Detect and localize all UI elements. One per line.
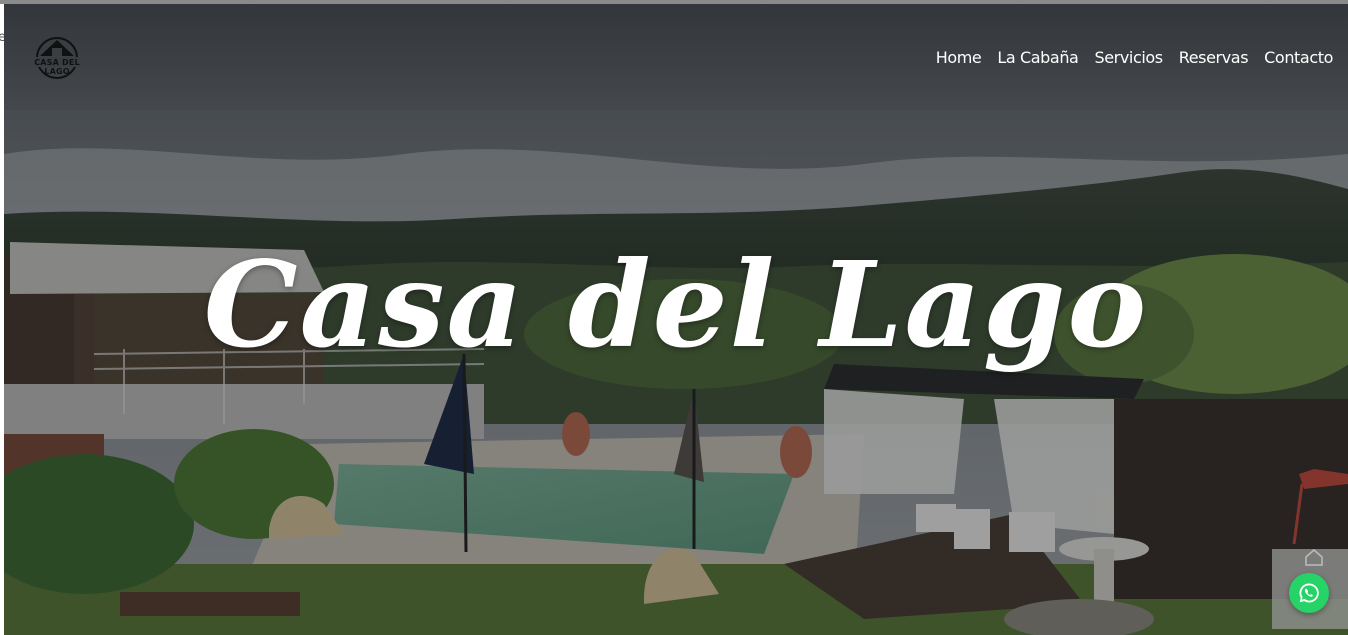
logo-text: CASA DEL LAGO (34, 58, 80, 76)
home-icon[interactable] (1304, 547, 1324, 567)
site-logo[interactable]: CASA DEL LAGO (26, 34, 88, 84)
site-header: CASA DEL LAGO Home La Cabaña Servicios R… (4, 4, 1348, 110)
whatsapp-icon (1299, 583, 1319, 603)
nav-item-contacto[interactable]: Contacto (1264, 48, 1333, 67)
nav-item-servicios[interactable]: Servicios (1094, 48, 1163, 67)
hero-title: Casa del Lago (203, 235, 1149, 374)
whatsapp-button[interactable] (1289, 573, 1329, 613)
nav-item-home[interactable]: Home (936, 48, 982, 67)
nav-item-reservas[interactable]: Reservas (1179, 48, 1249, 67)
nav-item-la-cabana[interactable]: La Cabaña (997, 48, 1078, 67)
page-frame: CASA DEL LAGO Home La Cabaña Servicios R… (4, 4, 1348, 635)
main-nav: Home La Cabaña Servicios Reservas Contac… (936, 48, 1334, 67)
